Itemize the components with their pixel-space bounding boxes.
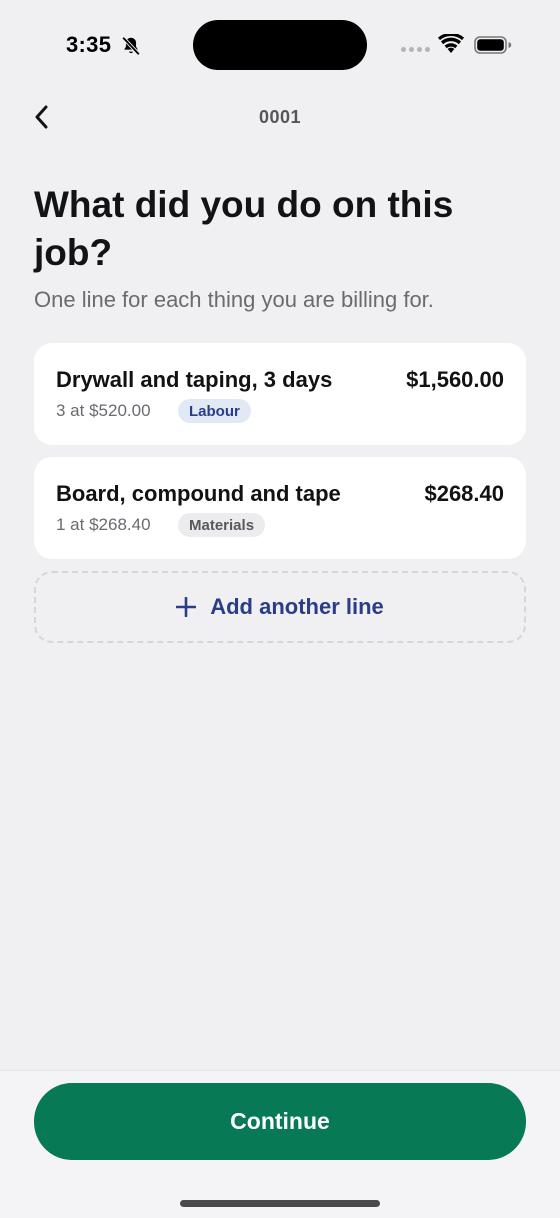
add-line-button[interactable]: Add another line (34, 571, 526, 643)
line-item-category-badge: Labour (178, 399, 251, 423)
status-bar: 3:35 (0, 0, 560, 92)
line-item-card[interactable]: Board, compound and tape $268.40 1 at $2… (34, 457, 526, 559)
add-line-label: Add another line (210, 594, 384, 619)
line-item-card[interactable]: Drywall and taping, 3 days $1,560.00 3 a… (34, 343, 526, 445)
dynamic-island (193, 20, 367, 70)
line-item-quantity-rate: 1 at $268.40 (56, 515, 151, 534)
nav-title: 0001 (258, 107, 302, 127)
line-item-title: Board, compound and tape (56, 481, 341, 506)
signal-icon (401, 47, 430, 52)
page-subtitle: One line for each thing you are billing … (34, 287, 434, 312)
status-time: 3:35 (66, 32, 112, 57)
footer: Continue (0, 1070, 560, 1218)
line-item-amount: $268.40 (424, 481, 504, 506)
line-item-title: Drywall and taping, 3 days (56, 367, 333, 392)
line-item-amount: $1,560.00 (406, 367, 504, 392)
page-title: What did you do on this job? (34, 184, 454, 273)
bell-slash-icon (121, 36, 141, 56)
wifi-icon (438, 34, 464, 53)
plus-icon (176, 597, 197, 617)
home-indicator (180, 1200, 380, 1207)
screen: 3:35 0001 What did you do on this job? O… (0, 0, 560, 1218)
line-item-quantity-rate: 3 at $520.00 (56, 401, 151, 420)
battery-icon (474, 36, 512, 54)
continue-button[interactable]: Continue (34, 1083, 526, 1160)
line-item-category-badge: Materials (178, 513, 266, 537)
